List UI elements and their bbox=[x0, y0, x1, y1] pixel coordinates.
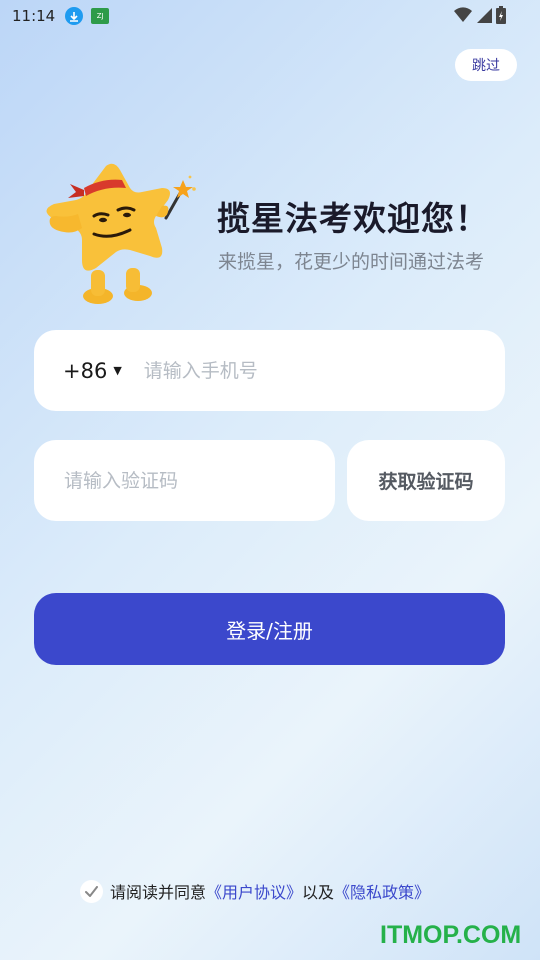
status-bar: 11:14 ZJ bbox=[0, 0, 540, 32]
agreement-connector: 以及 bbox=[302, 883, 335, 902]
star-mascot-illustration bbox=[46, 163, 196, 304]
phone-input[interactable] bbox=[143, 359, 444, 382]
status-indicators bbox=[454, 6, 506, 24]
signal-icon bbox=[477, 8, 492, 23]
verification-code-field bbox=[34, 440, 335, 521]
agreement-prefix: 请阅读并同意 bbox=[110, 883, 207, 902]
verification-code-input[interactable] bbox=[64, 469, 314, 492]
phone-field: +86 ▼ bbox=[34, 330, 505, 411]
status-time: 11:14 bbox=[12, 7, 56, 25]
agreement-checkbox[interactable] bbox=[80, 879, 103, 903]
watermark: ITMOP.COM bbox=[380, 921, 522, 949]
get-code-button[interactable]: 获取验证码 bbox=[347, 440, 505, 521]
check-icon bbox=[85, 885, 98, 897]
battery-icon bbox=[496, 6, 506, 24]
download-icon bbox=[65, 7, 84, 25]
country-code-selector[interactable]: +86 bbox=[63, 359, 107, 383]
privacy-policy-link[interactable]: 《隐私政策》 bbox=[334, 879, 430, 903]
app-notification-icon: ZJ bbox=[91, 8, 110, 24]
welcome-subtitle: 来揽星，花更少的时间通过法考 bbox=[218, 251, 485, 273]
agreement-row: 请阅读并同意 《用户协议》 以及 《隐私政策》 bbox=[80, 878, 430, 904]
wifi-icon bbox=[454, 7, 472, 23]
skip-button[interactable]: 跳过 bbox=[455, 49, 517, 81]
dropdown-caret-icon[interactable]: ▼ bbox=[113, 364, 121, 377]
login-register-button[interactable]: 登录/注册 bbox=[34, 593, 505, 665]
welcome-title: 揽星法考欢迎您！ bbox=[217, 199, 489, 238]
user-agreement-link[interactable]: 《用户协议》 bbox=[206, 879, 302, 903]
